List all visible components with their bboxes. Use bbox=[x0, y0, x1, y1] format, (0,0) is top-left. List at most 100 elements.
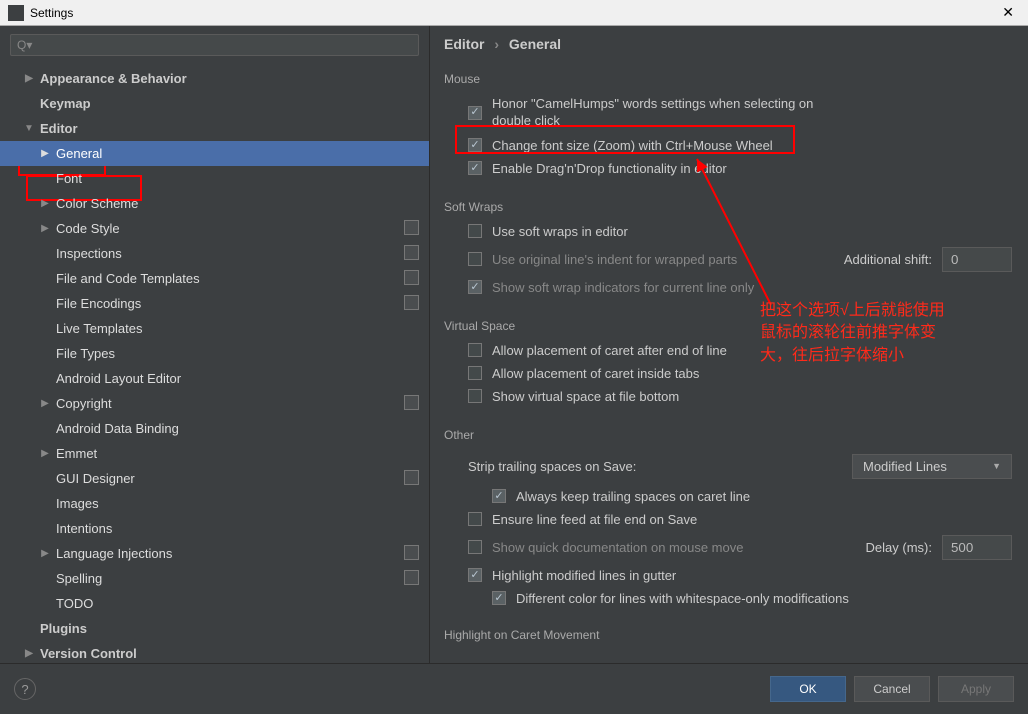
sidebar-item-version-control[interactable]: Version Control bbox=[0, 641, 429, 663]
checkbox-quick-doc[interactable] bbox=[468, 540, 482, 554]
label-diff-color-ws[interactable]: Different color for lines with whitespac… bbox=[516, 591, 849, 606]
chevron-right-icon bbox=[38, 398, 52, 409]
profile-scope-icon bbox=[404, 222, 417, 235]
profile-scope-icon bbox=[404, 297, 417, 310]
breadcrumb-sep: › bbox=[494, 36, 499, 52]
sidebar-item-label: Images bbox=[56, 496, 99, 511]
label-caret-after-eol[interactable]: Allow placement of caret after end of li… bbox=[492, 343, 727, 358]
sidebar-item-appearance-behavior[interactable]: Appearance & Behavior bbox=[0, 66, 429, 91]
settings-tree: Appearance & Behavior KeymapEditor General… bbox=[0, 62, 429, 663]
sidebar-item-label: Color Scheme bbox=[56, 196, 138, 211]
dropdown-strip-trailing[interactable]: Modified Lines ▼ bbox=[852, 454, 1012, 479]
profile-scope-icon bbox=[404, 547, 417, 560]
sidebar-item-label: Plugins bbox=[40, 621, 87, 636]
sidebar-item-font[interactable]: Font bbox=[0, 166, 429, 191]
checkbox-virtual-space-bottom[interactable] bbox=[468, 389, 482, 403]
checkbox-use-soft-wraps[interactable] bbox=[468, 224, 482, 238]
search-icon: Q▾ bbox=[17, 38, 32, 52]
breadcrumb: Editor › General bbox=[444, 36, 1012, 52]
input-delay-ms[interactable] bbox=[942, 535, 1012, 560]
sidebar-item-android-data-binding[interactable]: Android Data Binding bbox=[0, 416, 429, 441]
label-delay-ms: Delay (ms): bbox=[866, 540, 932, 555]
titlebar: Settings ✕ bbox=[0, 0, 1028, 26]
sidebar-item-keymap[interactable]: Keymap bbox=[0, 91, 429, 116]
label-ensure-lf[interactable]: Ensure line feed at file end on Save bbox=[492, 512, 697, 527]
checkbox-caret-after-eol[interactable] bbox=[468, 343, 482, 357]
sidebar-item-spelling[interactable]: Spelling bbox=[0, 566, 429, 591]
sidebar-item-label: Appearance & Behavior bbox=[40, 71, 187, 86]
profile-scope-icon bbox=[404, 472, 417, 485]
checkbox-show-softwrap-ind[interactable] bbox=[468, 280, 482, 294]
chevron-down-icon: ▼ bbox=[992, 461, 1001, 471]
label-highlight-modified[interactable]: Highlight modified lines in gutter bbox=[492, 568, 676, 583]
sidebar-item-label: Android Data Binding bbox=[56, 421, 179, 436]
sidebar-item-file-encodings[interactable]: File Encodings bbox=[0, 291, 429, 316]
sidebar: Q▾ Appearance & Behavior KeymapEditor Gene… bbox=[0, 26, 430, 663]
label-original-indent: Use original line's indent for wrapped p… bbox=[492, 252, 737, 267]
label-keep-trailing-caret[interactable]: Always keep trailing spaces on caret lin… bbox=[516, 489, 750, 504]
label-honor-camelhumps[interactable]: Honor "CamelHumps" words settings when s… bbox=[492, 96, 832, 130]
checkbox-drag-n-drop[interactable] bbox=[468, 161, 482, 175]
label-zoom-mouse-wheel[interactable]: Change font size (Zoom) with Ctrl+Mouse … bbox=[492, 138, 773, 153]
sidebar-item-android-layout-editor[interactable]: Android Layout Editor bbox=[0, 366, 429, 391]
label-caret-inside-tabs[interactable]: Allow placement of caret inside tabs bbox=[492, 366, 699, 381]
apply-button[interactable]: Apply bbox=[938, 676, 1014, 702]
label-virtual-space-bottom[interactable]: Show virtual space at file bottom bbox=[492, 389, 679, 404]
checkbox-honor-camelhumps[interactable] bbox=[468, 106, 482, 120]
sidebar-item-language-injections[interactable]: Language Injections bbox=[0, 541, 429, 566]
sidebar-item-label: General bbox=[56, 146, 102, 161]
checkbox-keep-trailing-caret[interactable] bbox=[492, 489, 506, 503]
window-title: Settings bbox=[30, 6, 996, 20]
label-use-soft-wraps[interactable]: Use soft wraps in editor bbox=[492, 224, 628, 239]
sidebar-item-color-scheme[interactable]: Color Scheme bbox=[0, 191, 429, 216]
sidebar-item-gui-designer[interactable]: GUI Designer bbox=[0, 466, 429, 491]
checkbox-ensure-lf[interactable] bbox=[468, 512, 482, 526]
profile-scope-icon bbox=[404, 572, 417, 585]
sidebar-item-emmet[interactable]: Emmet bbox=[0, 441, 429, 466]
sidebar-item-label: File Encodings bbox=[56, 296, 141, 311]
profile-scope-icon bbox=[404, 272, 417, 285]
chevron-right-icon bbox=[22, 73, 36, 84]
sidebar-item-label: GUI Designer bbox=[56, 471, 135, 486]
sidebar-item-inspections[interactable]: Inspections bbox=[0, 241, 429, 266]
sidebar-item-todo[interactable]: TODO bbox=[0, 591, 429, 616]
sidebar-item-intentions[interactable]: Intentions bbox=[0, 516, 429, 541]
checkbox-diff-color-ws[interactable] bbox=[492, 591, 506, 605]
profile-scope-icon bbox=[404, 247, 417, 260]
sidebar-item-images[interactable]: Images bbox=[0, 491, 429, 516]
ok-button[interactable]: OK bbox=[770, 676, 846, 702]
chevron-right-icon bbox=[38, 198, 52, 209]
sidebar-item-file-and-code-templates[interactable]: File and Code Templates bbox=[0, 266, 429, 291]
sidebar-item-editor[interactable]: Editor bbox=[0, 116, 429, 141]
chevron-right-icon bbox=[38, 148, 52, 159]
sidebar-item-label: Version Control bbox=[40, 646, 137, 661]
label-drag-n-drop[interactable]: Enable Drag'n'Drop functionality in edit… bbox=[492, 161, 727, 176]
checkbox-highlight-modified[interactable] bbox=[468, 568, 482, 582]
checkbox-original-indent[interactable] bbox=[468, 252, 482, 266]
sidebar-item-plugins[interactable]: Plugins bbox=[0, 616, 429, 641]
section-virtual-space: Virtual Space bbox=[444, 311, 1012, 339]
sidebar-item-general[interactable]: General bbox=[0, 141, 429, 166]
help-button[interactable]: ? bbox=[14, 678, 36, 700]
sidebar-item-copyright[interactable]: Copyright bbox=[0, 391, 429, 416]
close-icon[interactable]: ✕ bbox=[996, 4, 1020, 21]
sidebar-item-file-types[interactable]: File Types bbox=[0, 341, 429, 366]
chevron-right-icon bbox=[38, 548, 52, 559]
breadcrumb-editor[interactable]: Editor bbox=[444, 36, 484, 52]
input-additional-shift[interactable] bbox=[942, 247, 1012, 272]
search-input[interactable]: Q▾ bbox=[10, 34, 419, 56]
sidebar-item-label: File Types bbox=[56, 346, 115, 361]
sidebar-item-code-style[interactable]: Code Style bbox=[0, 216, 429, 241]
sidebar-item-label: File and Code Templates bbox=[56, 271, 200, 286]
checkbox-caret-inside-tabs[interactable] bbox=[468, 366, 482, 380]
checkbox-zoom-mouse-wheel[interactable] bbox=[468, 138, 482, 152]
sidebar-item-label: Copyright bbox=[56, 396, 112, 411]
chevron-right-icon bbox=[22, 648, 36, 659]
sidebar-item-label: Inspections bbox=[56, 246, 122, 261]
section-highlight-caret: Highlight on Caret Movement bbox=[444, 620, 1012, 648]
section-other: Other bbox=[444, 420, 1012, 448]
search-field[interactable] bbox=[36, 38, 412, 52]
sidebar-item-live-templates[interactable]: Live Templates bbox=[0, 316, 429, 341]
label-strip-trailing: Strip trailing spaces on Save: bbox=[468, 459, 636, 474]
cancel-button[interactable]: Cancel bbox=[854, 676, 930, 702]
